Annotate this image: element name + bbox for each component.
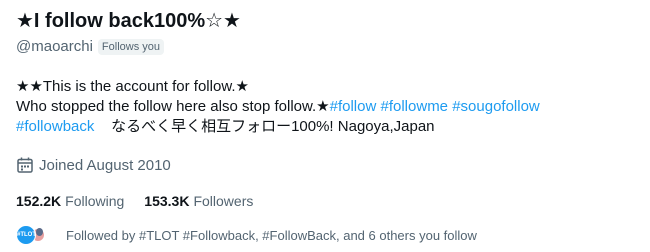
stats-row: 152.2K Following 153.3K Followers xyxy=(16,191,273,211)
hashtag-followback[interactable]: #followback xyxy=(16,118,94,135)
follows-you-badge: Follows you xyxy=(97,39,164,55)
followers-label: Followers xyxy=(193,193,254,209)
followers-link[interactable]: 153.3K Followers xyxy=(144,193,253,209)
calendar-icon xyxy=(16,156,34,174)
avatar: #TLOT xyxy=(16,225,36,245)
followed-by-text: Followed by #TLOT #Followback, #FollowBa… xyxy=(66,227,477,243)
bio: ★★This is the account for follow.★ Who s… xyxy=(16,77,640,137)
bio-line-1: ★★This is the account for follow.★ xyxy=(16,78,249,95)
bio-line-3: #followback なるべく早く相互フォロー100%! Nagoya,Jap… xyxy=(16,117,640,137)
following-link[interactable]: 152.2K Following xyxy=(16,193,124,209)
followed-by-avatars: #TLOT xyxy=(16,224,56,246)
hashtag-follow[interactable]: #follow xyxy=(330,98,377,115)
joined-date-row: Joined August 2010 xyxy=(16,155,171,175)
hashtag-sougofollow[interactable]: #sougofollow xyxy=(452,98,540,115)
bio-line-2-text: Who stopped the follow here also stop fo… xyxy=(16,98,330,115)
followers-count: 153.3K xyxy=(144,193,190,209)
joined-date-text: Joined August 2010 xyxy=(39,156,171,174)
bio-line-3-text: なるべく早く相互フォロー100%! Nagoya,Japan xyxy=(111,118,435,135)
following-label: Following xyxy=(65,193,125,209)
hashtag-followme[interactable]: #followme xyxy=(381,98,449,115)
user-handle: @maoarchi xyxy=(16,38,93,55)
followed-by-link[interactable]: #TLOT Followed by #TLOT #Followback, #Fo… xyxy=(16,224,477,246)
display-name: ★I follow back100%☆★ xyxy=(16,10,241,32)
following-count: 152.2K xyxy=(16,193,62,209)
bio-line-2: Who stopped the follow here also stop fo… xyxy=(16,97,640,117)
handle-row: @maoarchi Follows you xyxy=(16,37,164,57)
